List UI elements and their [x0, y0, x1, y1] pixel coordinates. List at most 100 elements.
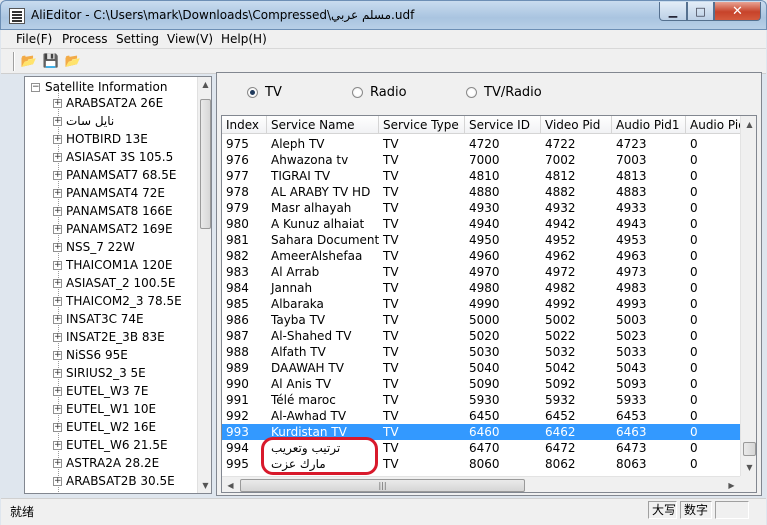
expand-icon[interactable]: +: [53, 369, 62, 378]
cell-audio-pid2: 0: [690, 425, 698, 439]
column-header-index[interactable]: Index: [222, 116, 267, 134]
menu-help[interactable]: Help(H): [221, 32, 267, 46]
list-scroll-down-icon[interactable]: ▼: [741, 459, 756, 476]
scroll-up-icon[interactable]: ▲: [198, 77, 211, 92]
expand-icon[interactable]: +: [53, 225, 62, 234]
close-button[interactable]: ✕: [714, 2, 761, 21]
table-row[interactable]: 990 Al Anis TV TV 5090 5092 5093 0: [222, 376, 742, 392]
expand-icon[interactable]: +: [53, 315, 62, 324]
table-row[interactable]: 975 Aleph TV TV 4720 4722 4723 0: [222, 136, 742, 152]
scroll-down-icon[interactable]: ▼: [198, 478, 211, 493]
title-bar: AliEditor - C:\Users\mark\Downloads\Comp…: [0, 0, 767, 30]
list-scroll-left-icon[interactable]: ◀: [222, 477, 239, 492]
expand-icon[interactable]: +: [53, 117, 62, 126]
expand-icon[interactable]: +: [53, 477, 62, 486]
collapse-icon[interactable]: −: [31, 83, 40, 92]
table-row[interactable]: 985 Albaraka TV 4990 4992 4993 0: [222, 296, 742, 312]
cell-audio-pid2: 0: [690, 169, 698, 183]
expand-icon[interactable]: +: [53, 351, 62, 360]
cell-index: 993: [226, 425, 249, 439]
satellite-item-label: HOTBIRD 13E: [66, 132, 148, 146]
service-type-filter: TV Radio TV/Radio: [217, 73, 761, 113]
cell-service-type: TV: [383, 425, 399, 439]
table-row[interactable]: 979 Masr alhayah TV 4930 4932 4933 0: [222, 200, 742, 216]
expand-icon[interactable]: +: [53, 243, 62, 252]
radio-tv-dot[interactable]: [247, 87, 258, 98]
table-row[interactable]: 989 DAAWAH TV TV 5040 5042 5043 0: [222, 360, 742, 376]
radio-radio-dot[interactable]: [352, 87, 363, 98]
satellite-item-label: THAICOM2_3 78.5E: [66, 294, 182, 308]
table-row[interactable]: 983 Al Arrab TV 4970 4972 4973 0: [222, 264, 742, 280]
list-scroll-up-icon[interactable]: ▲: [741, 116, 756, 133]
table-row[interactable]: 981 Sahara Documenta TV 4950 4952 4953 0: [222, 232, 742, 248]
open-folder-icon[interactable]: 📂: [19, 52, 39, 71]
column-header-service-type[interactable]: Service Type: [379, 116, 465, 134]
table-row[interactable]: 978 AL ARABY TV HD TV 4880 4882 4883 0: [222, 184, 742, 200]
expand-icon[interactable]: +: [53, 135, 62, 144]
list-horizontal-scrollbar[interactable]: ◀ ||| ▶: [222, 476, 740, 492]
cell-index: 985: [226, 297, 249, 311]
cell-video-pid: 6462: [545, 425, 576, 439]
menu-file[interactable]: File(F): [16, 32, 52, 46]
cell-service-id: 4880: [469, 185, 500, 199]
table-row[interactable]: 976 Ahwazona tv TV 7000 7002 7003 0: [222, 152, 742, 168]
table-row[interactable]: 986 Tayba TV TV 5000 5002 5003 0: [222, 312, 742, 328]
minimize-button[interactable]: ▁: [659, 2, 687, 21]
list-hscroll-thumb[interactable]: |||: [240, 479, 525, 492]
tree-scroll-thumb[interactable]: [200, 99, 211, 229]
table-row[interactable]: 977 TIGRAI TV TV 4810 4812 4813 0: [222, 168, 742, 184]
column-header-service-id[interactable]: Service ID: [465, 116, 541, 134]
cell-audio-pid2: 0: [690, 153, 698, 167]
expand-icon[interactable]: +: [53, 405, 62, 414]
cell-service-type: TV: [383, 169, 399, 183]
expand-icon[interactable]: +: [53, 333, 62, 342]
expand-icon[interactable]: +: [53, 189, 62, 198]
table-row[interactable]: 984 Jannah TV 4980 4982 4983 0: [222, 280, 742, 296]
expand-icon[interactable]: +: [53, 441, 62, 450]
cell-service-id: 8060: [469, 457, 500, 471]
cell-audio-pid2: 0: [690, 281, 698, 295]
open-file-icon[interactable]: 📂: [63, 52, 83, 71]
expand-icon[interactable]: +: [53, 297, 62, 306]
expand-icon[interactable]: +: [53, 207, 62, 216]
cell-service-name: Tayba TV: [271, 313, 326, 327]
radio-tv-radio-dot[interactable]: [466, 87, 477, 98]
expand-icon[interactable]: +: [53, 387, 62, 396]
cell-service-type: TV: [383, 153, 399, 167]
tree-scrollbar[interactable]: ▲ ▼: [197, 77, 211, 493]
expand-icon[interactable]: +: [53, 279, 62, 288]
list-vertical-scrollbar[interactable]: ▲ ▼: [740, 116, 756, 476]
cell-service-id: 4950: [469, 233, 500, 247]
cell-index: 992: [226, 409, 249, 423]
menu-view[interactable]: View(V): [167, 32, 213, 46]
expand-icon[interactable]: +: [53, 171, 62, 180]
cell-service-type: TV: [383, 217, 399, 231]
table-row[interactable]: 980 A Kunuz alhaiat TV 4940 4942 4943 0: [222, 216, 742, 232]
expand-icon[interactable]: +: [53, 99, 62, 108]
table-row[interactable]: 987 Al-Shahed TV TV 5020 5022 5023 0: [222, 328, 742, 344]
table-row[interactable]: 982 AmeerAlshefaa TV 4960 4962 4963 0: [222, 248, 742, 264]
table-row[interactable]: 991 Télé maroc TV 5930 5932 5933 0: [222, 392, 742, 408]
scroll-lock-indicator: [715, 501, 749, 519]
table-row[interactable]: 988 Alfath TV TV 5030 5032 5033 0: [222, 344, 742, 360]
satellite-tree[interactable]: − Satellite Information + ARABSAT2A 26E + ن…: [24, 76, 212, 494]
expand-icon[interactable]: +: [53, 423, 62, 432]
column-header-audio-pid1[interactable]: Audio Pid1: [612, 116, 686, 134]
expand-icon[interactable]: +: [53, 459, 62, 468]
cell-service-id: 5090: [469, 377, 500, 391]
maximize-button[interactable]: □: [687, 2, 714, 21]
satellite-item-label: INSAT2E_3B 83E: [66, 330, 165, 344]
table-row[interactable]: 992 Al-Awhad TV TV 6450 6452 6453 0: [222, 408, 742, 424]
column-header-video-pid[interactable]: Video Pid: [541, 116, 612, 134]
menu-setting[interactable]: Setting: [116, 32, 159, 46]
expand-icon[interactable]: +: [53, 261, 62, 270]
menu-process[interactable]: Process: [62, 32, 108, 46]
column-header-audio-pid2[interactable]: Audio Pid: [686, 116, 746, 134]
expand-icon[interactable]: +: [53, 153, 62, 162]
satellite-item-label: PANAMSAT2 169E: [66, 222, 173, 236]
list-scroll-right-icon[interactable]: ▶: [723, 477, 740, 492]
save-disk-icon[interactable]: 💾: [41, 52, 61, 71]
cell-audio-pid2: 0: [690, 201, 698, 215]
column-header-service-name[interactable]: Service Name: [267, 116, 379, 134]
list-vscroll-thumb[interactable]: [743, 442, 756, 456]
